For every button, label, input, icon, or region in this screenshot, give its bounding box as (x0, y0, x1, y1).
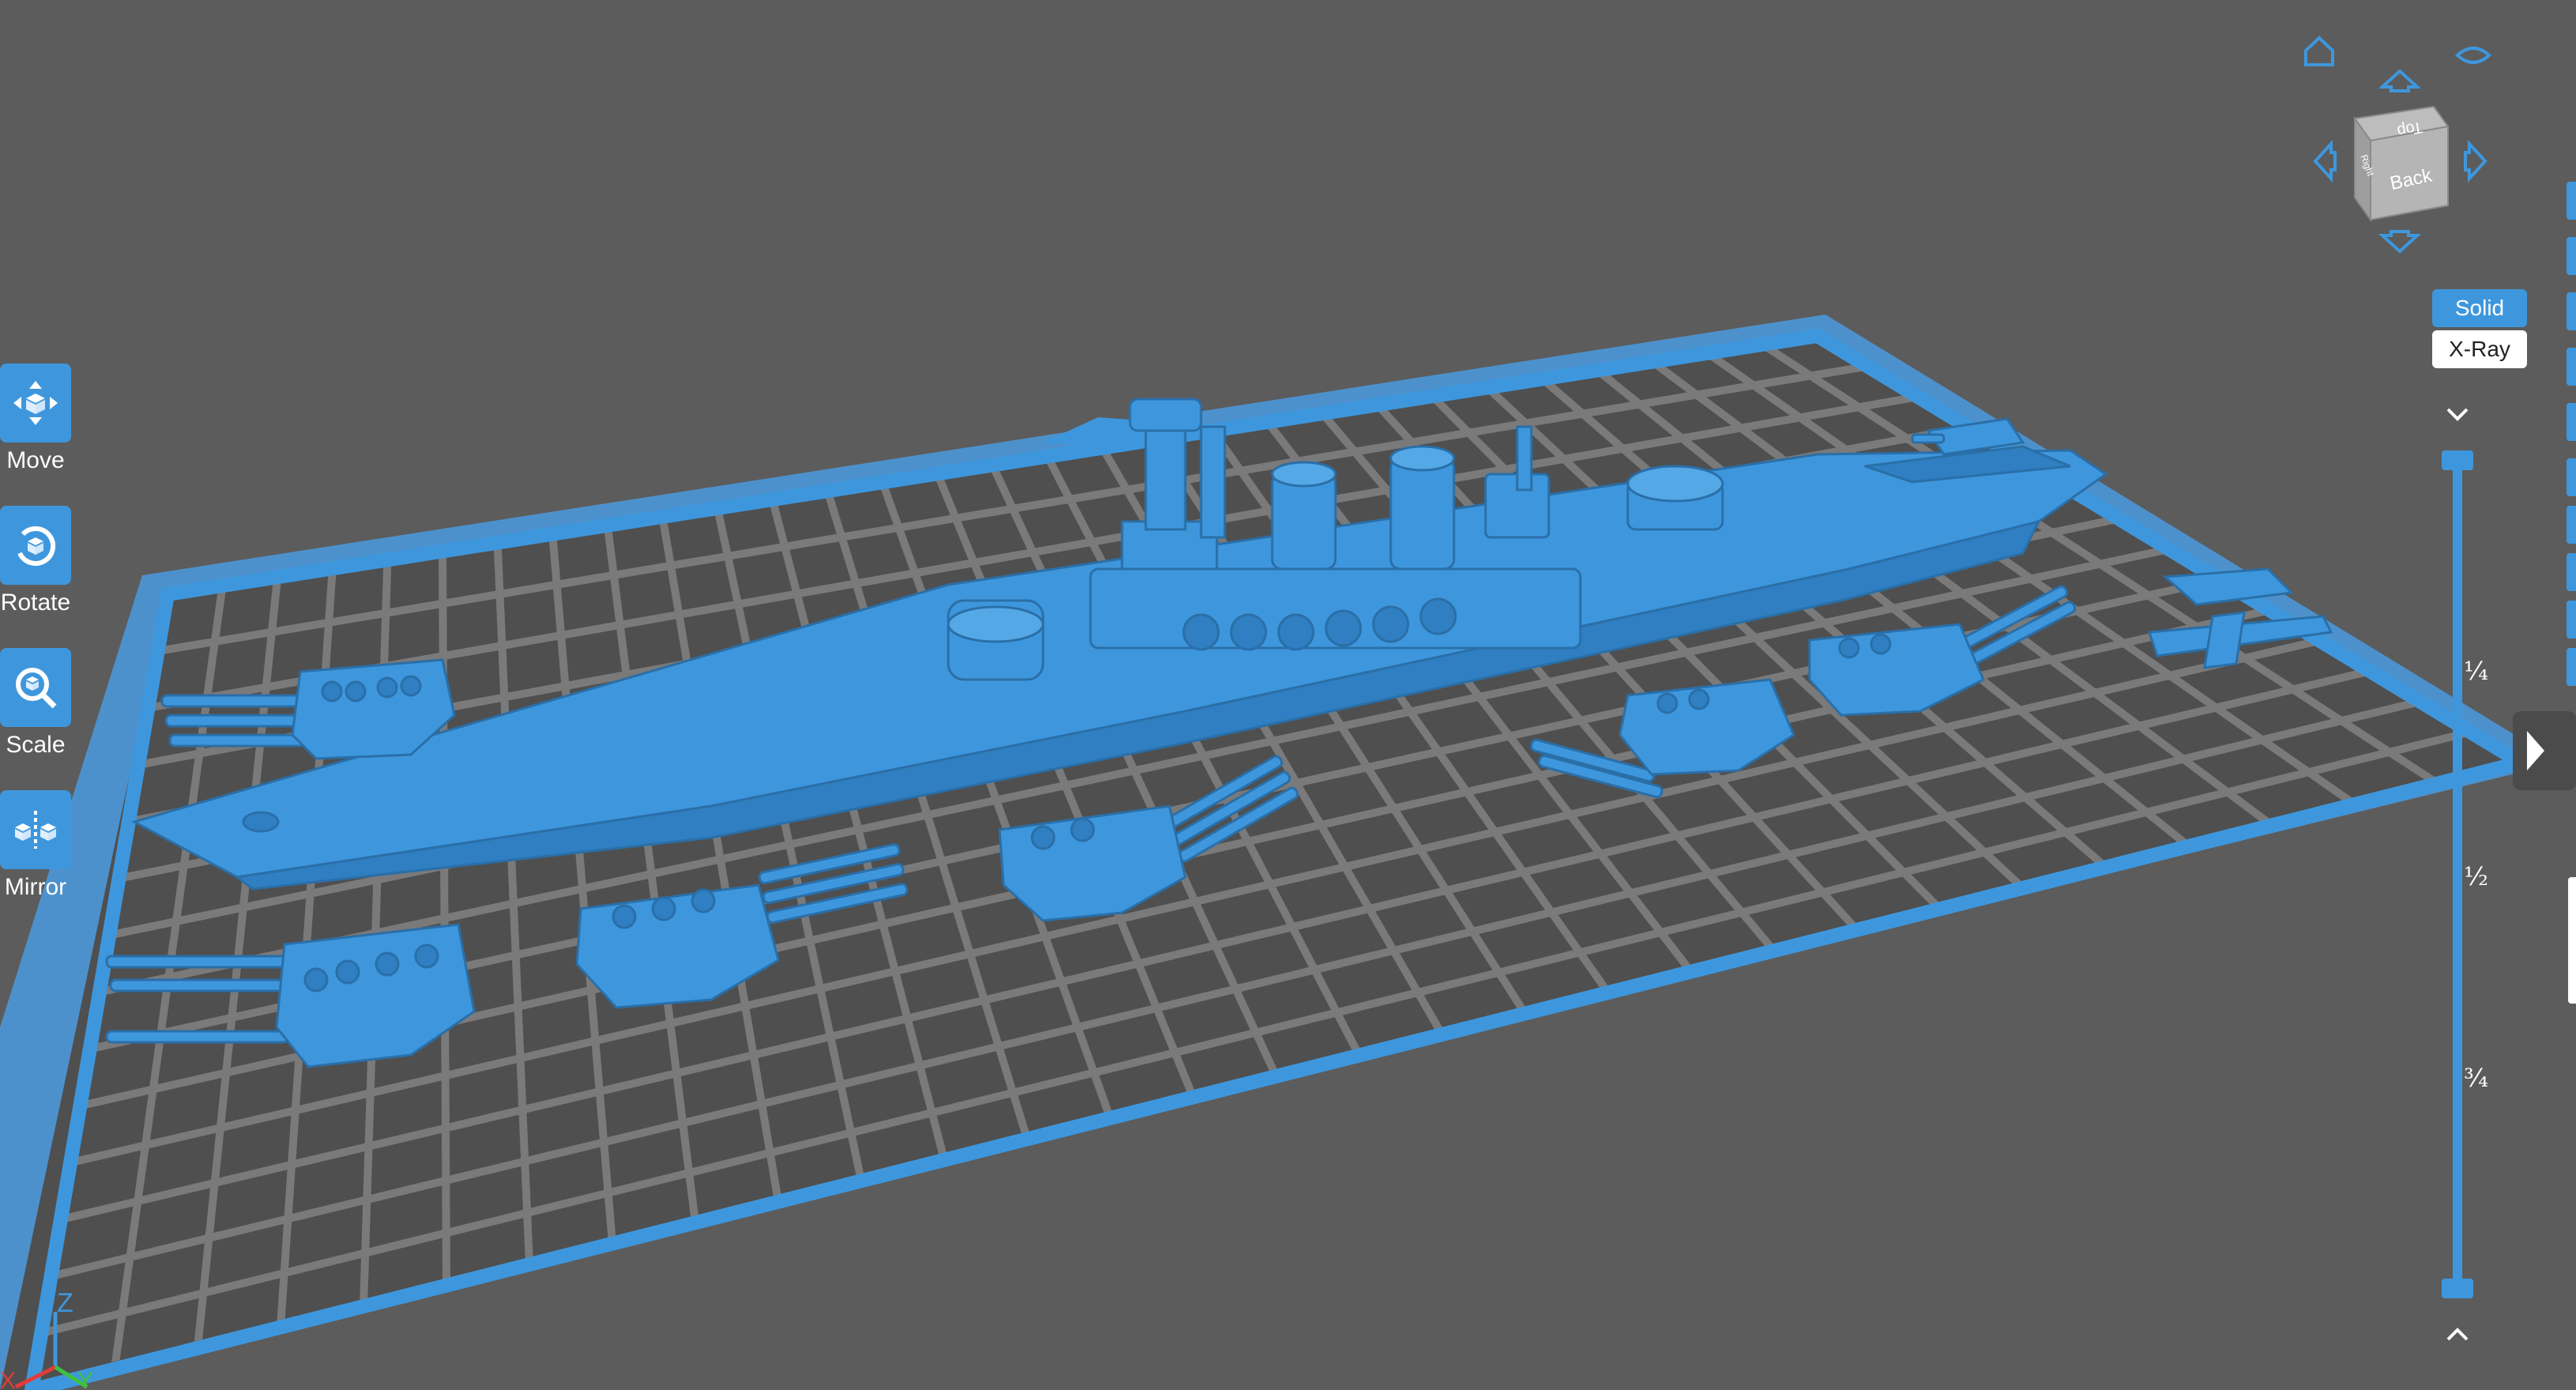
slider-top-handle[interactable] (2442, 450, 2473, 470)
rotate-tool[interactable]: Rotate (0, 506, 71, 616)
side-tab[interactable] (2567, 553, 2576, 591)
axis-z-label: Z (57, 1288, 73, 1318)
move-tool[interactable]: Move (0, 364, 71, 474)
scale-icon (16, 668, 57, 709)
side-panel-handle[interactable] (2568, 877, 2576, 1004)
home-icon[interactable] (2304, 36, 2334, 66)
arrow-right-icon[interactable] (2464, 139, 2487, 183)
arrow-left-icon[interactable] (2313, 139, 2337, 183)
side-tab[interactable] (2567, 648, 2576, 686)
side-tab[interactable] (2567, 237, 2576, 275)
slider-collapse-icon[interactable] (2446, 408, 2469, 421)
move-icon (13, 381, 58, 425)
right-panel-toggle[interactable] (2513, 711, 2576, 790)
slider-half-label: ½ (2464, 861, 2489, 891)
side-tab[interactable] (2567, 458, 2576, 496)
move-button[interactable] (0, 364, 71, 443)
mirror-tool[interactable]: Mirror (0, 790, 71, 901)
rotate-label: Rotate (0, 590, 71, 616)
side-tab[interactable] (2567, 601, 2576, 638)
mirror-button[interactable] (0, 790, 71, 869)
arrow-up-icon[interactable] (2378, 69, 2422, 92)
xray-view-button[interactable]: X-Ray (2432, 330, 2527, 368)
mirror-icon (15, 811, 56, 849)
scale-button[interactable] (0, 648, 71, 727)
slider-quarter-label: ¼ (2464, 656, 2489, 686)
side-tab[interactable] (2567, 506, 2576, 544)
side-tab[interactable] (2567, 403, 2576, 441)
slider-three-quarter-label: ¾ (2464, 1063, 2489, 1093)
3d-viewport[interactable]: Z X Y Back Top Right (0, 0, 2576, 1390)
slider-expand-icon[interactable] (2446, 1328, 2469, 1341)
view-cube[interactable]: Back Top Right (2353, 105, 2450, 223)
side-tab[interactable] (2567, 292, 2576, 330)
side-tab[interactable] (2567, 348, 2576, 386)
rotate-icon (17, 526, 56, 566)
side-tab[interactable] (2567, 182, 2576, 220)
mirror-label: Mirror (4, 874, 67, 900)
arrow-down-icon[interactable] (2378, 230, 2422, 254)
slider-bottom-handle[interactable] (2442, 1279, 2473, 1298)
axis-x-label: X (0, 1368, 16, 1390)
scale-label: Scale (6, 732, 66, 758)
solid-view-button[interactable]: Solid (2432, 289, 2527, 327)
rotate-button[interactable] (0, 506, 71, 585)
scale-tool[interactable]: Scale (0, 648, 71, 759)
eye-icon[interactable] (2455, 47, 2491, 64)
move-label: Move (6, 447, 65, 473)
axis-y-label: Y (77, 1368, 93, 1390)
